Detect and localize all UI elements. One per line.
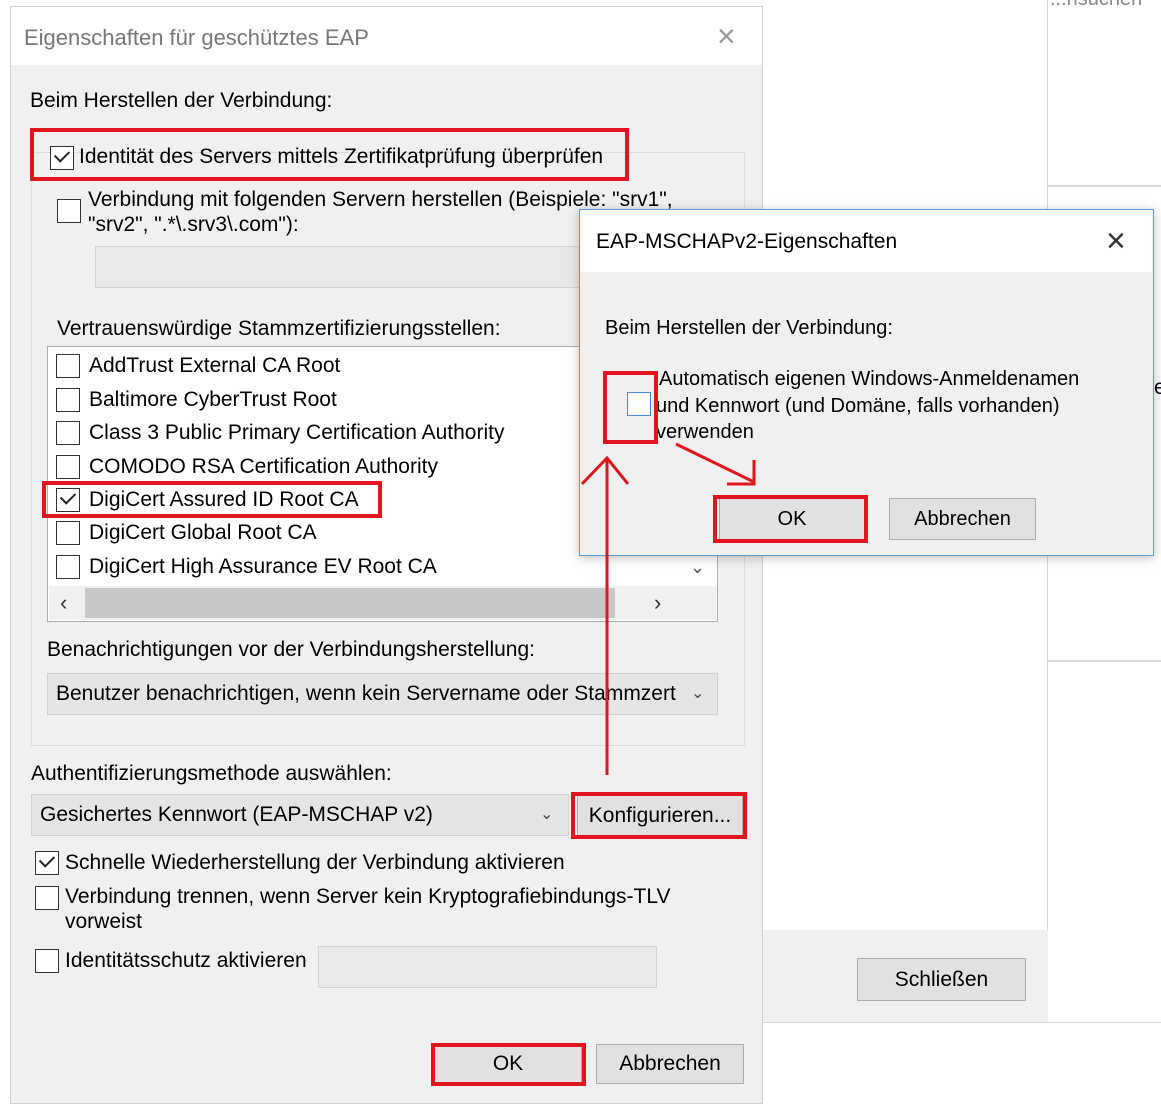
annotation-arrows (580, 442, 756, 775)
arrowhead-up (580, 455, 630, 486)
arrow-checkbox-to-ok (675, 442, 755, 484)
